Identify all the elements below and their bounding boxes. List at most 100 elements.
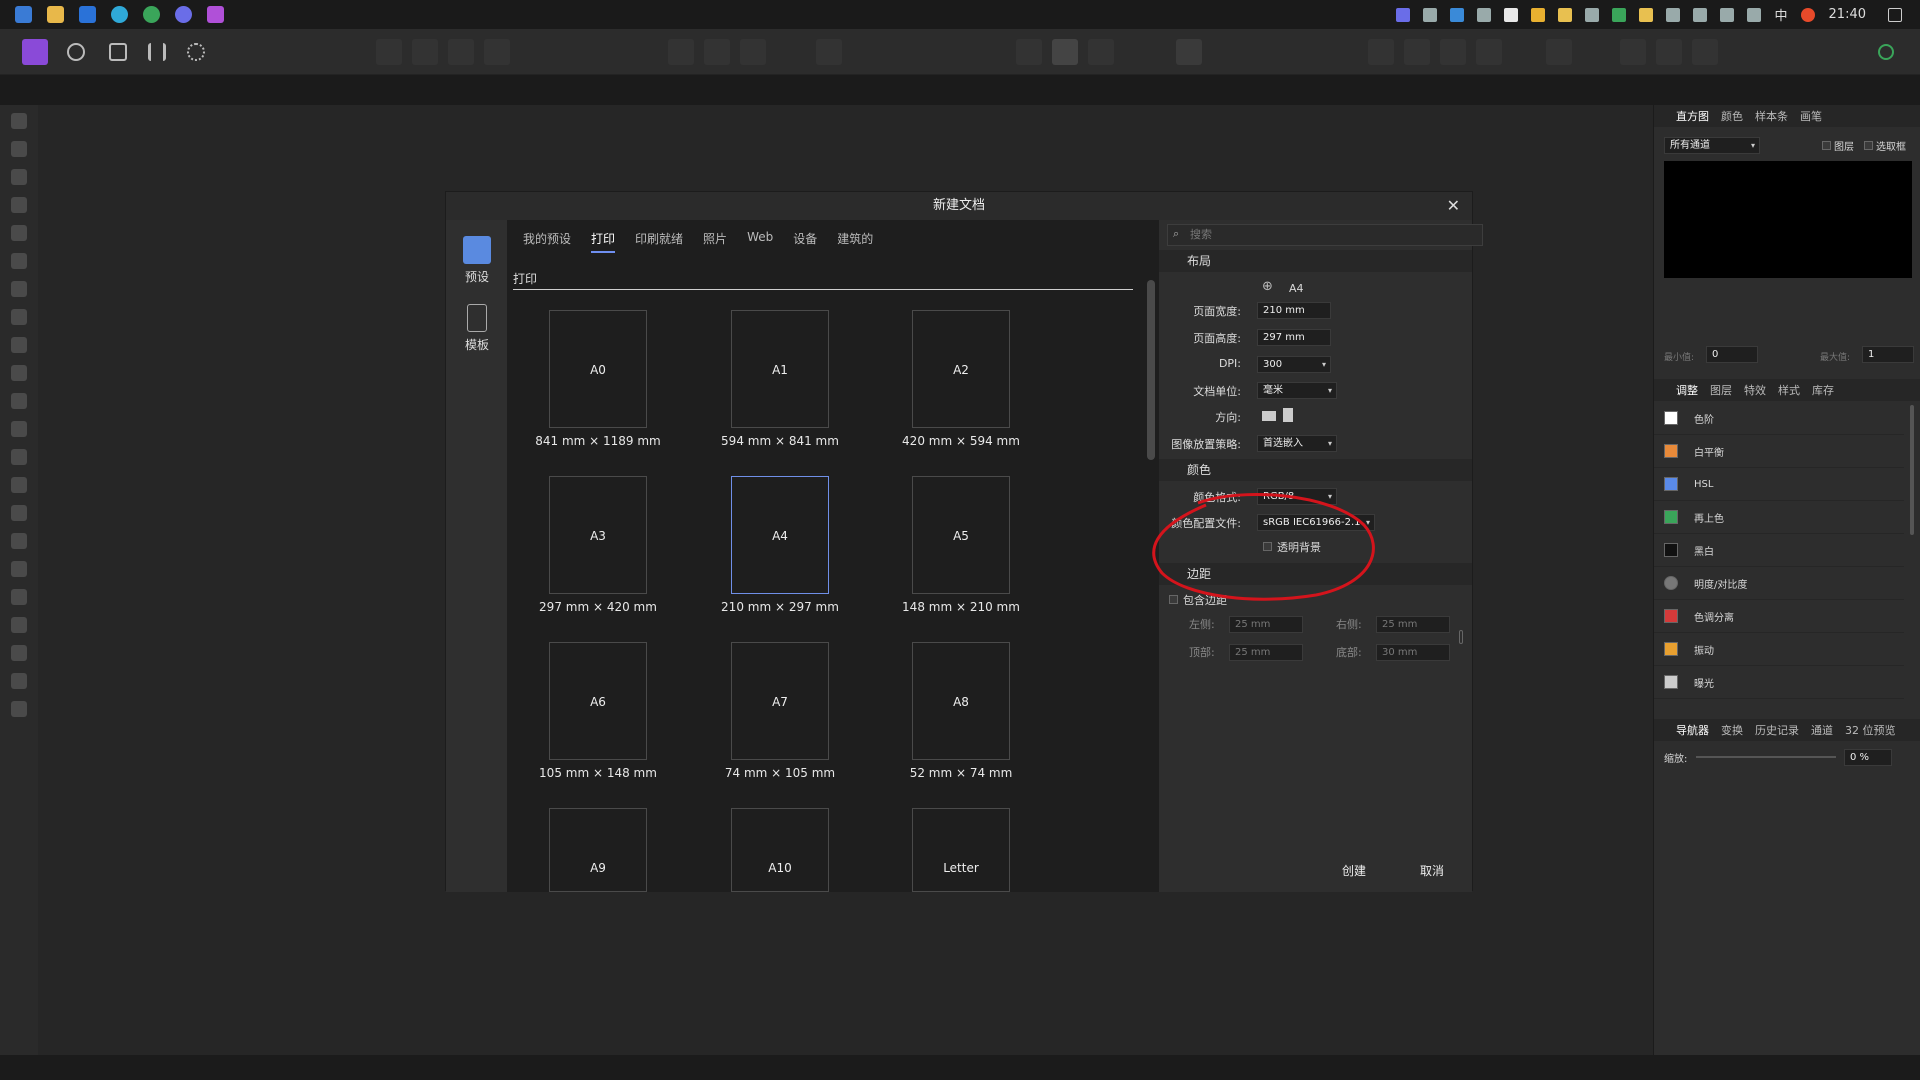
blur-tool-icon[interactable] (11, 533, 27, 549)
preset-card[interactable]: A1 (731, 310, 829, 428)
tab-navigator[interactable]: 导航器 (1676, 722, 1709, 738)
develop-persona-icon[interactable] (148, 43, 166, 61)
pen-icon[interactable] (1746, 7, 1761, 22)
preset-card[interactable]: A9 (549, 808, 647, 892)
preset-card[interactable]: A10 (731, 808, 829, 892)
toolbar-tool-icon[interactable] (816, 39, 842, 65)
mail-icon[interactable] (79, 6, 96, 23)
shield-icon[interactable] (1503, 7, 1518, 22)
healing-tool-icon[interactable] (11, 505, 27, 521)
assistant-icon[interactable] (1176, 39, 1202, 65)
tab-history[interactable]: 历史记录 (1755, 722, 1799, 738)
toolbar-tool-icon[interactable] (484, 39, 510, 65)
zoom-tool-icon[interactable] (11, 701, 27, 717)
zoom-input[interactable]: 0 % (1844, 749, 1892, 766)
tab-32bit-preview[interactable]: 32 位预览 (1845, 722, 1896, 738)
preset-card[interactable]: A8 (912, 642, 1010, 760)
preset-card[interactable]: A2 (912, 310, 1010, 428)
toolbar-tool-icon[interactable] (1476, 39, 1502, 65)
adjustment-item[interactable]: 再上色 (1654, 501, 1904, 534)
tab-my-presets[interactable]: 我的预设 (523, 230, 571, 253)
toolbar-tool-icon[interactable] (740, 39, 766, 65)
mesh-warp-tool-icon[interactable] (11, 673, 27, 689)
app-icon[interactable] (175, 6, 192, 23)
create-button[interactable]: 创建 (1319, 861, 1389, 881)
selection-brush-tool-icon[interactable] (11, 225, 27, 241)
tray-app-icon[interactable] (1611, 7, 1626, 22)
account-icon[interactable] (1878, 44, 1894, 60)
zoom-slider[interactable] (1696, 756, 1836, 758)
dodge-tool-icon[interactable] (11, 449, 27, 465)
adjustment-item[interactable]: 色阶 (1654, 402, 1904, 435)
preset-card[interactable]: A5 (912, 476, 1010, 594)
volume-icon[interactable] (1692, 7, 1707, 22)
portrait-icon[interactable] (1283, 408, 1293, 422)
keyboard-icon[interactable] (1584, 7, 1599, 22)
pen-tool-icon[interactable] (11, 589, 27, 605)
smudge-tool-icon[interactable] (11, 561, 27, 577)
preset-card[interactable]: A6 (549, 642, 647, 760)
close-icon[interactable]: ✕ (1447, 196, 1460, 215)
folder-icon[interactable] (1557, 7, 1572, 22)
link-margins-icon[interactable] (1459, 630, 1463, 644)
toolbar-tool-icon[interactable] (376, 39, 402, 65)
tab-effects[interactable]: 特效 (1744, 382, 1766, 398)
templates-button[interactable]: 模板 (456, 304, 498, 353)
adjustment-item[interactable]: 色调分离 (1654, 600, 1904, 633)
adjustment-item[interactable]: HSL (1654, 468, 1904, 501)
preset-card[interactable]: A0 (549, 310, 647, 428)
toolbar-tool-icon[interactable] (1404, 39, 1430, 65)
tab-channels[interactable]: 通道 (1811, 722, 1833, 738)
tab-web[interactable]: Web (747, 230, 773, 253)
tab-print[interactable]: 打印 (591, 230, 616, 253)
margin-bottom-input[interactable]: 30 mm (1376, 644, 1450, 661)
max-input[interactable]: 1 (1862, 346, 1914, 363)
affinity-photo-logo-icon[interactable] (22, 39, 48, 65)
tab-photo[interactable]: 照片 (703, 230, 727, 253)
color-picker-tool-icon[interactable] (11, 169, 27, 185)
wifi-icon[interactable] (1719, 7, 1734, 22)
page-height-input[interactable]: 297 mm (1257, 329, 1331, 346)
toolbar-tool-icon[interactable] (1620, 39, 1646, 65)
shape-tool-icon[interactable] (11, 617, 27, 633)
margin-left-input[interactable]: 25 mm (1229, 616, 1303, 633)
crop-tool-icon[interactable] (11, 197, 27, 213)
marquee-checkbox[interactable] (1864, 141, 1873, 150)
clone-tool-icon[interactable] (11, 477, 27, 493)
marquee-tool-icon[interactable] (11, 281, 27, 297)
tray-app-icon[interactable] (1449, 7, 1464, 22)
margin-right-input[interactable]: 25 mm (1376, 616, 1450, 633)
adjustment-item[interactable]: 黑白 (1654, 534, 1904, 567)
flood-fill-tool-icon[interactable] (11, 309, 27, 325)
color-section-header[interactable]: 颜色 (1159, 459, 1472, 481)
dpi-select[interactable]: 300 (1257, 356, 1331, 373)
layer-checkbox[interactable] (1822, 141, 1831, 150)
tab-brushes[interactable]: 画笔 (1800, 108, 1822, 124)
battery-icon[interactable] (1665, 7, 1680, 22)
toolbar-tool-icon[interactable] (412, 39, 438, 65)
security-icon[interactable] (1530, 7, 1545, 22)
share-icon[interactable] (187, 43, 205, 61)
adjustment-item[interactable]: 明度/对比度 (1654, 567, 1904, 600)
toolbar-tool-icon[interactable] (1546, 39, 1572, 65)
tab-histogram[interactable]: 直方图 (1676, 108, 1709, 124)
photo-persona-icon[interactable] (67, 43, 85, 61)
toolbar-tool-icon[interactable] (1692, 39, 1718, 65)
tab-architectural[interactable]: 建筑的 (837, 230, 873, 253)
tray-app-icon[interactable] (1395, 7, 1410, 22)
layout-section-header[interactable]: 布局 (1159, 250, 1472, 272)
liquify-persona-icon[interactable] (109, 43, 127, 61)
tab-adjustment[interactable]: 调整 (1676, 382, 1698, 398)
preset-card[interactable]: A3 (549, 476, 647, 594)
preset-card-selected[interactable]: A4 (731, 476, 829, 594)
search-input[interactable]: 搜索 (1167, 224, 1483, 246)
text-tool-icon[interactable] (11, 645, 27, 661)
color-replace-tool-icon[interactable] (11, 393, 27, 409)
toolbar-tool-icon[interactable] (1368, 39, 1394, 65)
adjustment-item[interactable]: 曝光 (1654, 666, 1904, 699)
file-explorer-icon[interactable] (47, 6, 64, 23)
adjustment-scrollbar[interactable] (1910, 405, 1914, 535)
tab-styles[interactable]: 样式 (1778, 382, 1800, 398)
display-icon[interactable] (1476, 7, 1491, 22)
toolbar-tool-icon[interactable] (1440, 39, 1466, 65)
